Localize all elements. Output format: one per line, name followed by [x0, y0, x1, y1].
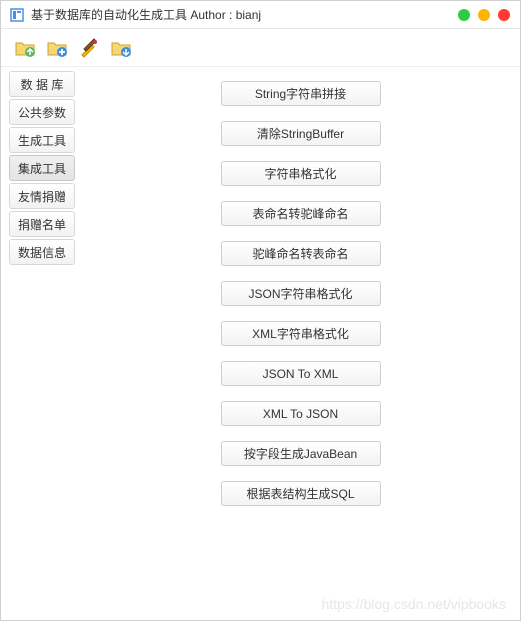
action-button-5[interactable]: JSON字符串格式化: [221, 281, 381, 306]
sidebar-tab-2[interactable]: 生成工具: [9, 127, 75, 153]
action-button-1[interactable]: 清除StringBuffer: [221, 121, 381, 146]
sidebar: 数 据 库公共参数生成工具集成工具友情捐赠捐赠名单数据信息: [1, 67, 81, 620]
sidebar-tab-label: 数 据 库: [21, 76, 64, 93]
action-button-label: 字符串格式化: [264, 165, 336, 182]
toolbar: [1, 29, 520, 67]
folder-up-icon[interactable]: [11, 34, 39, 62]
close-button[interactable]: [498, 9, 510, 21]
action-button-8[interactable]: XML To JSON: [221, 401, 381, 426]
sidebar-tab-label: 集成工具: [18, 160, 66, 177]
window-controls: [458, 9, 510, 21]
sidebar-tab-6[interactable]: 数据信息: [9, 239, 75, 265]
action-button-6[interactable]: XML字符串格式化: [221, 321, 381, 346]
sidebar-tab-0[interactable]: 数 据 库: [9, 71, 75, 97]
tools-cross-icon[interactable]: [75, 34, 103, 62]
action-button-3[interactable]: 表命名转驼峰命名: [221, 201, 381, 226]
sidebar-tab-4[interactable]: 友情捐赠: [9, 183, 75, 209]
action-button-label: 清除StringBuffer: [257, 125, 344, 142]
main-panel: String字符串拼接清除StringBuffer 字符串格式化表命名转驼峰命名驼…: [81, 67, 520, 620]
sidebar-tab-label: 生成工具: [18, 132, 66, 149]
action-button-label: XML字符串格式化: [252, 325, 349, 342]
sidebar-tab-label: 友情捐赠: [18, 188, 66, 205]
window-title: 基于数据库的自动化生成工具 Author : bianj: [31, 6, 261, 23]
action-button-label: 按字段生成JavaBean: [244, 445, 357, 462]
sidebar-tab-1[interactable]: 公共参数: [9, 99, 75, 125]
sidebar-tab-5[interactable]: 捐赠名单: [9, 211, 75, 237]
sidebar-tab-3[interactable]: 集成工具: [9, 155, 75, 181]
action-button-10[interactable]: 根据表结构生成SQL: [221, 481, 381, 506]
action-button-4[interactable]: 驼峰命名转表命名: [221, 241, 381, 266]
action-button-label: JSON To XML: [263, 367, 339, 381]
action-button-label: String字符串拼接: [255, 85, 346, 102]
sidebar-tab-label: 数据信息: [18, 244, 66, 261]
sidebar-tab-label: 公共参数: [18, 104, 66, 121]
action-button-label: 根据表结构生成SQL: [246, 485, 354, 502]
folder-add-icon[interactable]: [43, 34, 71, 62]
content-area: 数 据 库公共参数生成工具集成工具友情捐赠捐赠名单数据信息 String字符串拼…: [1, 67, 520, 620]
maximize-button[interactable]: [478, 9, 490, 21]
action-button-0[interactable]: String字符串拼接: [221, 81, 381, 106]
action-button-2[interactable]: 字符串格式化: [221, 161, 381, 186]
action-button-label: JSON字符串格式化: [248, 285, 352, 302]
action-button-9[interactable]: 按字段生成JavaBean: [221, 441, 381, 466]
app-icon: [9, 7, 25, 23]
action-button-7[interactable]: JSON To XML: [221, 361, 381, 386]
titlebar: 基于数据库的自动化生成工具 Author : bianj: [1, 1, 520, 29]
minimize-button[interactable]: [458, 9, 470, 21]
sidebar-tab-label: 捐赠名单: [18, 216, 66, 233]
folder-download-icon[interactable]: [107, 34, 135, 62]
action-button-label: 驼峰命名转表命名: [252, 245, 348, 262]
action-button-label: 表命名转驼峰命名: [252, 205, 348, 222]
action-button-label: XML To JSON: [263, 407, 338, 421]
